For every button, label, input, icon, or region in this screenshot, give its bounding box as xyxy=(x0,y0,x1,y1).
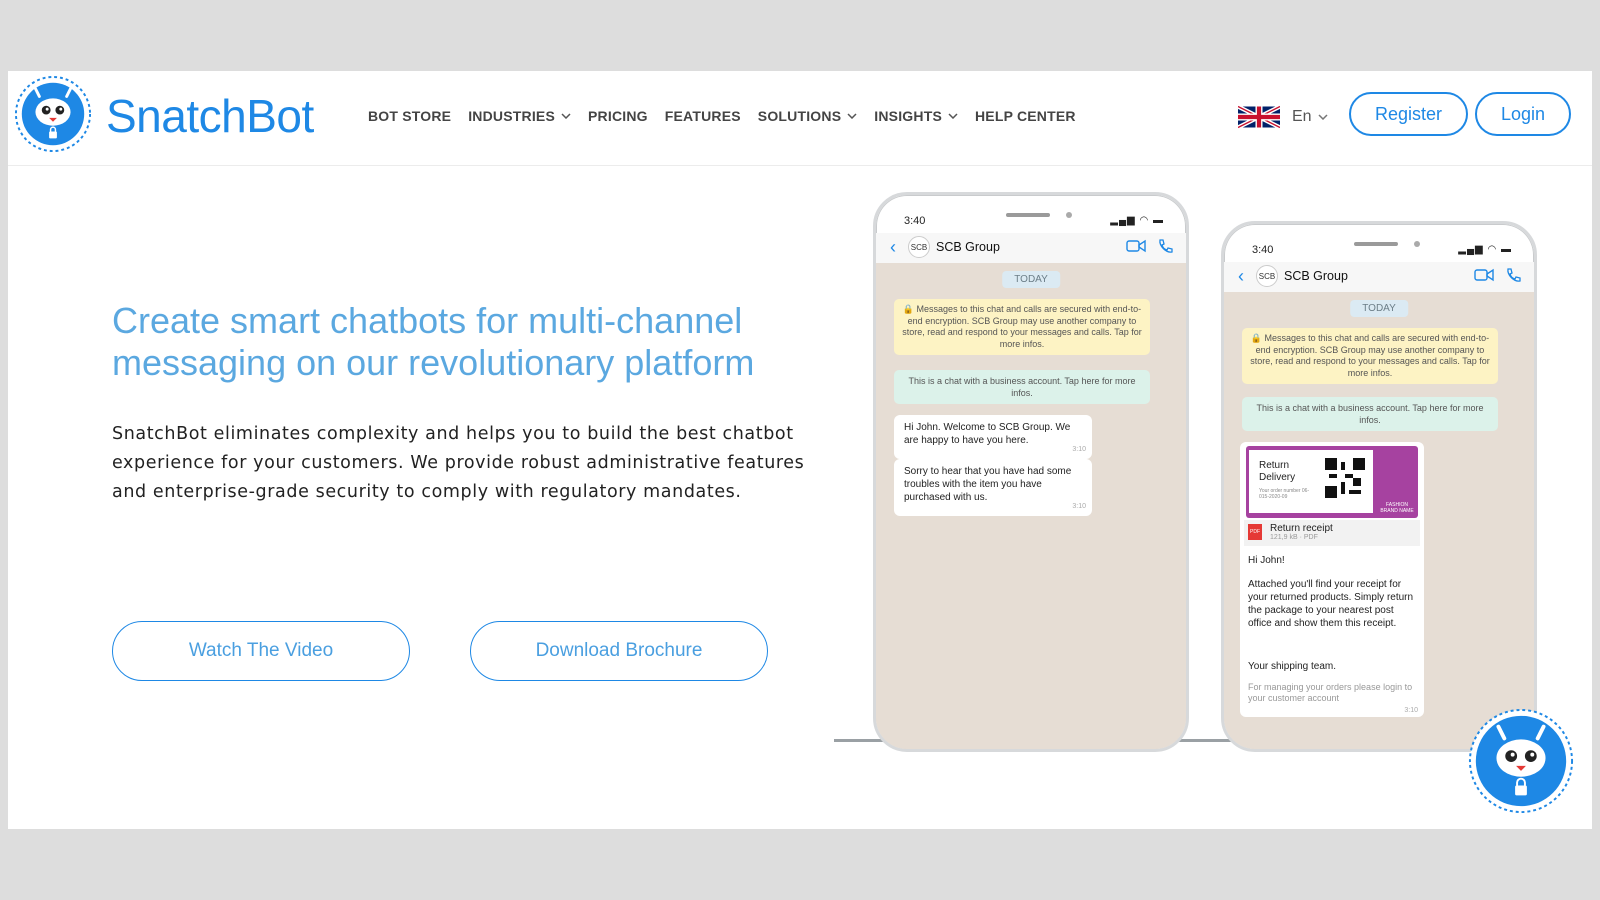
phone-time: 3:40 xyxy=(1252,244,1274,256)
date-divider: TODAY xyxy=(1002,271,1060,288)
nav-industries[interactable]: INDUSTRIES xyxy=(468,108,571,124)
greeting-text: Hi John! xyxy=(1248,555,1285,566)
hero-description: SnatchBot eliminates complexity and help… xyxy=(112,424,805,502)
nav-label: PRICING xyxy=(588,108,648,124)
nav-label: HELP CENTER xyxy=(974,108,1076,124)
chevron-down-icon xyxy=(948,113,958,119)
back-icon: ‹ xyxy=(890,237,896,257)
signoff-text: Your shipping team. xyxy=(1248,661,1337,672)
uk-flag-icon xyxy=(1238,105,1280,129)
contact-name: SCB Group xyxy=(1284,269,1348,283)
message-time: 3:10 xyxy=(1072,503,1086,510)
chat-header: ‹ SCB SCB Group xyxy=(1224,262,1534,292)
phone-call-icon xyxy=(1159,239,1173,253)
login-button[interactable]: Login xyxy=(1475,92,1571,136)
message-text: Sorry to hear that you have had some tro… xyxy=(904,466,1072,503)
chevron-down-icon xyxy=(1318,114,1328,120)
register-button[interactable]: Register xyxy=(1349,92,1468,136)
headline-line-1: Create smart chatbots for multi-channel xyxy=(112,300,743,341)
return-delivery-image: Return Delivery Your order number 06-015… xyxy=(1246,446,1418,518)
encryption-text: Messages to this chat and calls are secu… xyxy=(1250,333,1490,378)
lock-icon: 🔒 xyxy=(902,304,917,314)
nav-insights[interactable]: INSIGHTS xyxy=(874,108,958,124)
file-attachment[interactable]: PDF Return receipt 121,9 kB · PDF xyxy=(1244,520,1420,546)
phone-camera xyxy=(1414,241,1420,247)
nav-label: FEATURES xyxy=(664,108,741,124)
headline-line-2: messaging on our revolutionary platform xyxy=(112,342,755,383)
file-meta: 121,9 kB · PDF xyxy=(1270,534,1318,541)
chatbot-widget-icon[interactable] xyxy=(1467,707,1575,815)
chat-message: Sorry to hear that you have had some tro… xyxy=(894,459,1092,516)
message-text: Hi John. Welcome to SCB Group. We are ha… xyxy=(904,422,1071,446)
contact-name: SCB Group xyxy=(936,240,1000,254)
video-call-icon xyxy=(1474,268,1494,282)
phone-mockup-left: 3:40 ▂▄▆ ◠ ▬ ‹ SCB SCB Group TODAY 🔒 Mes… xyxy=(873,192,1189,752)
return-receipt-message: Return Delivery Your order number 06-015… xyxy=(1240,442,1424,717)
signal-icon: ▂▄▆ ◠ ▬ xyxy=(1458,244,1512,255)
nav-label: INSIGHTS xyxy=(874,108,942,124)
chevron-down-icon xyxy=(847,113,857,119)
encryption-notice: 🔒 Messages to this chat and calls are se… xyxy=(1242,328,1498,384)
video-call-icon xyxy=(1126,239,1146,253)
phone-call-icon xyxy=(1507,268,1521,282)
nav-bot-store[interactable]: BOT STORE xyxy=(368,108,451,124)
date-divider: TODAY xyxy=(1350,300,1408,317)
encryption-text: Messages to this chat and calls are secu… xyxy=(902,304,1142,349)
return-label: Return Delivery Your order number 06-015… xyxy=(1249,450,1373,513)
nav-label: SOLUTIONS xyxy=(757,108,842,124)
nav-features[interactable]: FEATURES xyxy=(665,108,741,124)
contact-avatar: SCB xyxy=(908,236,930,258)
language-label: En xyxy=(1292,108,1312,125)
site-header: SnatchBot BOT STORE INDUSTRIES PRICING F… xyxy=(8,71,1592,166)
phone-speaker xyxy=(1354,242,1398,246)
snatchbot-logo-icon[interactable] xyxy=(14,75,92,153)
business-notice: This is a chat with a business account. … xyxy=(1242,397,1498,431)
hero-headline: Create smart chatbots for multi-channel … xyxy=(112,300,832,384)
fashion-brand-label: FASHION BRAND NAME xyxy=(1380,502,1414,514)
business-notice: This is a chat with a business account. … xyxy=(894,370,1150,404)
phone-speaker xyxy=(1006,213,1050,217)
pdf-icon: PDF xyxy=(1248,524,1262,540)
phone-camera xyxy=(1066,212,1072,218)
phone-mockup-right: 3:40 ▂▄▆ ◠ ▬ ‹ SCB SCB Group TODAY 🔒 Mes… xyxy=(1221,221,1537,752)
chat-message: Hi John. Welcome to SCB Group. We are ha… xyxy=(894,415,1092,459)
watch-video-button[interactable]: Watch The Video xyxy=(112,621,410,681)
encryption-notice: 🔒 Messages to this chat and calls are se… xyxy=(894,299,1150,355)
main-nav: BOT STORE INDUSTRIES PRICING FEATURES SO… xyxy=(368,108,1093,124)
language-selector[interactable]: En xyxy=(1238,105,1328,129)
file-name: Return receipt xyxy=(1270,523,1333,534)
order-number: Your order number 06-015-2020-09 xyxy=(1259,488,1310,500)
chevron-down-icon xyxy=(561,113,571,119)
brand-name[interactable]: SnatchBot xyxy=(106,89,314,143)
contact-avatar: SCB xyxy=(1256,265,1278,287)
receipt-body: Attached you'll find your receipt for yo… xyxy=(1248,579,1414,629)
page: SnatchBot BOT STORE INDUSTRIES PRICING F… xyxy=(8,71,1592,829)
signal-icon: ▂▄▆ ◠ ▬ xyxy=(1110,215,1164,226)
nav-pricing[interactable]: PRICING xyxy=(588,108,648,124)
nav-label: BOT STORE xyxy=(368,108,452,124)
chat-area: TODAY 🔒 Messages to this chat and calls … xyxy=(1224,292,1534,749)
download-brochure-button[interactable]: Download Brochure xyxy=(470,621,768,681)
phone-time: 3:40 xyxy=(904,215,926,227)
back-icon: ‹ xyxy=(1238,266,1244,286)
footer-text: For managing your orders please login to… xyxy=(1248,682,1413,703)
nav-solutions[interactable]: SOLUTIONS xyxy=(758,108,857,124)
nav-label: INDUSTRIES xyxy=(468,108,556,124)
nav-help-center[interactable]: HELP CENTER xyxy=(975,108,1076,124)
message-time: 3:10 xyxy=(1404,707,1418,714)
return-delivery-title: Return Delivery xyxy=(1259,460,1296,483)
message-time: 3:10 xyxy=(1072,446,1086,453)
lock-icon: 🔒 xyxy=(1250,333,1265,343)
qr-code-icon xyxy=(1325,458,1365,498)
chat-area: TODAY 🔒 Messages to this chat and calls … xyxy=(876,263,1186,749)
chat-header: ‹ SCB SCB Group xyxy=(876,233,1186,263)
